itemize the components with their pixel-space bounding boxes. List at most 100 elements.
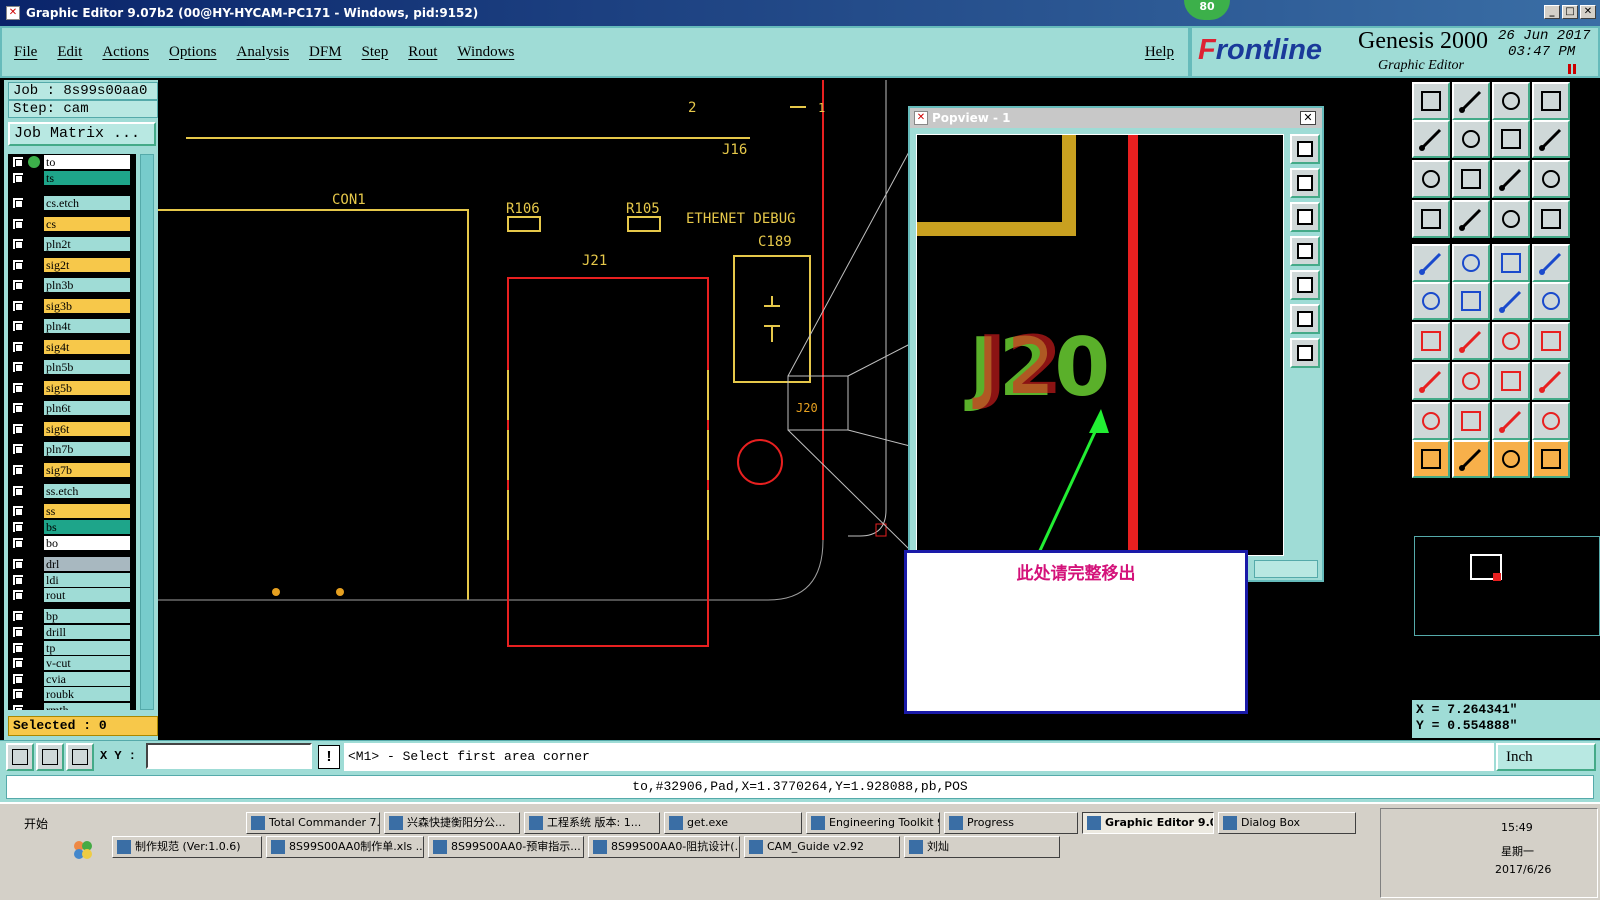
layer-snap-icon[interactable] xyxy=(1492,200,1530,238)
popview-scrollbar[interactable] xyxy=(1254,560,1318,578)
layer-name[interactable]: cs xyxy=(44,217,130,231)
layer-name[interactable]: ldi xyxy=(44,573,130,587)
triangle-d-icon[interactable] xyxy=(1532,402,1570,440)
layer-name[interactable]: bp xyxy=(44,609,130,623)
layer-checkbox[interactable] xyxy=(12,505,24,517)
delete-icon[interactable] xyxy=(1452,282,1490,320)
layer-row-cs.etch[interactable]: cs.etch xyxy=(8,195,136,211)
taskbar-item[interactable]: Graphic Editor 9.0... xyxy=(1082,812,1214,834)
layer-name[interactable]: cs.etch xyxy=(44,196,130,210)
menu-dfm[interactable]: DFM xyxy=(309,44,342,61)
zoom-home-icon[interactable] xyxy=(1412,82,1450,120)
zoom-center-icon[interactable] xyxy=(1452,160,1490,198)
layer-row-v-cut[interactable]: v-cut xyxy=(8,655,136,671)
layer-name[interactable]: pln3b xyxy=(44,278,130,292)
layer-row-sig2t[interactable]: sig2t xyxy=(8,257,136,273)
layer-checkbox[interactable] xyxy=(12,704,24,710)
menu-file[interactable]: File xyxy=(14,44,37,61)
layer-checkbox[interactable] xyxy=(12,574,24,586)
taskbar-item[interactable]: 兴森快捷衡阳分公... xyxy=(384,812,520,834)
layer-row-pln2t[interactable]: pln2t xyxy=(8,236,136,252)
rotate-icon[interactable] xyxy=(1492,322,1530,360)
layer-name[interactable]: to xyxy=(44,155,130,169)
popview-close-button[interactable]: ✕ xyxy=(1300,111,1316,125)
layer-name[interactable]: drill xyxy=(44,625,130,639)
layer-checkbox[interactable] xyxy=(12,238,24,250)
layer-checkbox[interactable] xyxy=(12,464,24,476)
layer-name[interactable]: sig5b xyxy=(44,381,130,395)
layer-name[interactable]: pln2t xyxy=(44,237,130,251)
feature-select-icon[interactable] xyxy=(1412,244,1450,282)
menu-step[interactable]: Step xyxy=(362,44,389,61)
taskbar-item[interactable]: 8S99S00AA0-预审指示... xyxy=(428,836,584,858)
popview-tool-5[interactable] xyxy=(1290,270,1320,300)
zoom-out-icon[interactable] xyxy=(1452,82,1490,120)
layer-checkbox[interactable] xyxy=(12,259,24,271)
layer-row-pln3b[interactable]: pln3b xyxy=(8,277,136,293)
xy-input[interactable] xyxy=(146,743,312,769)
layer-row-rmth[interactable]: rmth xyxy=(8,702,136,710)
layer-row-sig4t[interactable]: sig4t xyxy=(8,339,136,355)
menu-help[interactable]: Help xyxy=(1145,44,1174,61)
layer-checkbox[interactable] xyxy=(12,320,24,332)
layer-row-sig6t[interactable]: sig6t xyxy=(8,421,136,437)
layer-checkbox[interactable] xyxy=(12,673,24,685)
add-line-icon[interactable] xyxy=(1452,244,1490,282)
move-end-icon[interactable] xyxy=(1532,282,1570,320)
layer-name[interactable]: tp xyxy=(44,641,130,655)
diag-line-icon[interactable] xyxy=(1452,322,1490,360)
layer-name[interactable]: bo xyxy=(44,536,130,550)
layer-checkbox[interactable] xyxy=(12,521,24,533)
taskbar-item[interactable]: Progress xyxy=(944,812,1078,834)
layer-row-sig5b[interactable]: sig5b xyxy=(8,380,136,396)
grid-toggle-icon[interactable] xyxy=(1452,200,1490,238)
zoom-fit-icon[interactable] xyxy=(1412,160,1450,198)
layer-row-ts[interactable]: ts xyxy=(8,170,136,186)
taskbar-item[interactable]: 刘灿 xyxy=(904,836,1060,858)
layer-checkbox[interactable] xyxy=(12,626,24,638)
layer-checkbox[interactable] xyxy=(12,423,24,435)
menu-windows[interactable]: Windows xyxy=(457,44,514,61)
layer-row-ss[interactable]: ss xyxy=(8,503,136,519)
move-point-icon[interactable] xyxy=(1492,282,1530,320)
job-matrix-button[interactable]: Job Matrix ... xyxy=(8,122,156,146)
popview-tool-4[interactable] xyxy=(1290,236,1320,266)
layer-row-sig3b[interactable]: sig3b xyxy=(8,298,136,314)
layer-checkbox[interactable] xyxy=(12,443,24,455)
layer-row-tp[interactable]: tp xyxy=(8,640,136,656)
layer-checkbox[interactable] xyxy=(12,688,24,700)
popview-tool-2[interactable] xyxy=(1290,168,1320,198)
layer-row-drill[interactable]: drill xyxy=(8,624,136,640)
layer-name[interactable]: sig2t xyxy=(44,258,130,272)
layer-name[interactable]: sig7b xyxy=(44,463,130,477)
triangle-b-icon[interactable] xyxy=(1452,402,1490,440)
overview-map[interactable] xyxy=(1414,536,1600,636)
fill-icon[interactable] xyxy=(1532,244,1570,282)
layer-checkbox[interactable] xyxy=(12,279,24,291)
snap-icon[interactable] xyxy=(6,743,34,771)
layer-checkbox[interactable] xyxy=(12,197,24,209)
layer-row-roubk[interactable]: roubk xyxy=(8,686,136,702)
layer-name[interactable]: pln7b xyxy=(44,442,130,456)
popview-tool-1[interactable] xyxy=(1290,134,1320,164)
fit-view-icon[interactable] xyxy=(1532,82,1570,120)
layer-scrollbar[interactable] xyxy=(140,154,154,710)
taskbar-item[interactable]: 工程系统 版本: 1... xyxy=(524,812,660,834)
layer-row-cvia[interactable]: cvia xyxy=(8,671,136,687)
taskbar-item[interactable]: Total Commander 7.... xyxy=(246,812,380,834)
layer-row-pln4t[interactable]: pln4t xyxy=(8,318,136,334)
dimension-icon[interactable] xyxy=(1492,244,1530,282)
pan-right-icon[interactable] xyxy=(1452,120,1490,158)
measure-icon[interactable] xyxy=(1532,120,1570,158)
pan-left-icon[interactable] xyxy=(1412,120,1450,158)
grid-icon[interactable] xyxy=(66,743,94,771)
align-icon[interactable] xyxy=(1492,362,1530,400)
help-icon[interactable] xyxy=(1532,160,1570,198)
home-view-icon[interactable] xyxy=(1492,82,1530,120)
snap-pad-icon[interactable] xyxy=(1412,362,1450,400)
layer-name[interactable]: pln4t xyxy=(44,319,130,333)
taskbar-item[interactable]: 8S99S00AA0制作单.xls ... xyxy=(266,836,424,858)
layer-row-bs[interactable]: bs xyxy=(8,519,136,535)
layer-name[interactable]: pln6t xyxy=(44,401,130,415)
taskbar-item[interactable]: 8S99S00AA0-阻抗设计(... xyxy=(588,836,740,858)
